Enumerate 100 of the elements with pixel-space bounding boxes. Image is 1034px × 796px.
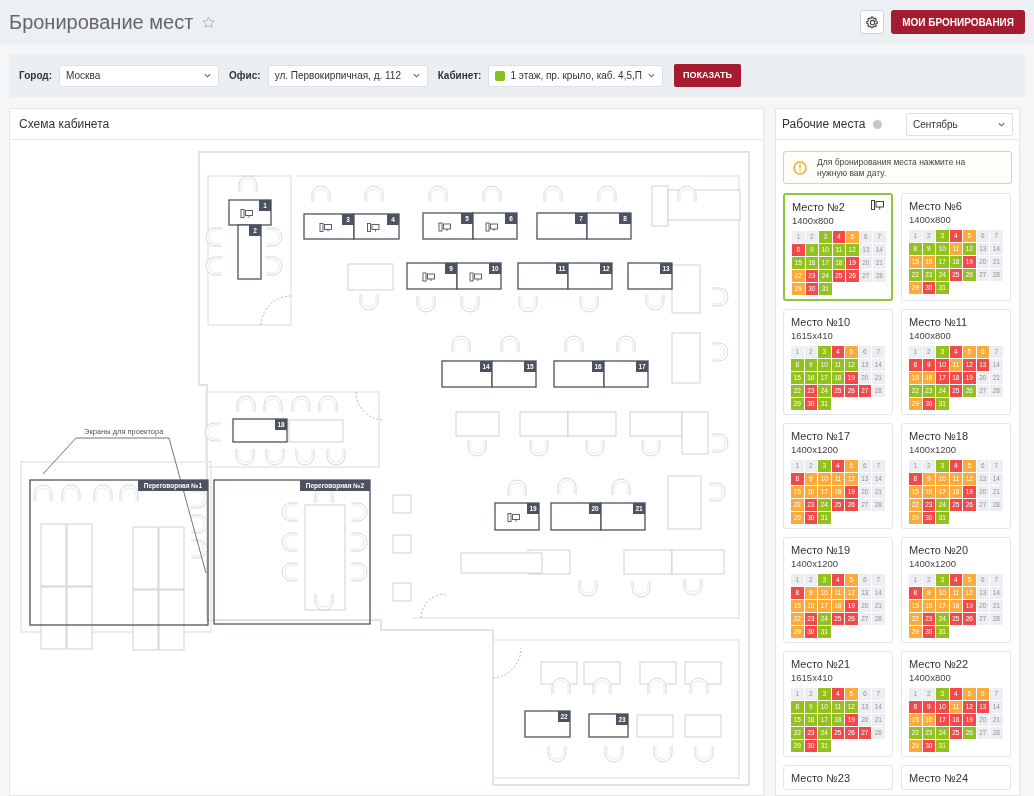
chair: [416, 295, 436, 313]
chair: [265, 448, 285, 466]
monitor-icon: [485, 222, 498, 232]
workplace-size: 1400x800: [909, 671, 952, 684]
workplace-card[interactable]: Место №24: [901, 765, 1011, 790]
monitor-icon: [469, 272, 482, 282]
monitor-icon: [438, 222, 451, 232]
chair: [190, 514, 208, 534]
door-swing: [260, 295, 292, 326]
workplace-size: 1400x800: [792, 214, 835, 227]
chair: [235, 448, 255, 466]
chair: [190, 539, 208, 559]
chair: [694, 745, 714, 763]
show-button[interactable]: ПОКАЗАТЬ: [673, 64, 742, 87]
notice-text: Для бронирования места нажмите на нужную вам дату.: [817, 156, 967, 179]
table: [671, 332, 701, 384]
workplace-title: Место №19: [791, 543, 851, 557]
workplace-title: Место №11: [909, 315, 968, 329]
workplace-size: 1400x1200: [791, 443, 840, 456]
table: [636, 714, 674, 738]
filter-select[interactable]: Москва: [59, 64, 220, 87]
chair: [547, 745, 567, 763]
workplace-title: Место №6: [909, 199, 962, 213]
chair: [295, 448, 315, 466]
workplace-title: Место №24: [909, 771, 969, 785]
table: [623, 549, 673, 575]
page-title: Бронирование мест: [9, 10, 194, 35]
chair: [529, 439, 549, 457]
settings-button[interactable]: [860, 10, 885, 34]
workplace-size: 1400x1200: [791, 557, 840, 570]
monitor-icon: [422, 272, 435, 282]
filter-label: Офис:: [229, 69, 261, 83]
chevron-down-icon: [203, 71, 213, 80]
table: [667, 475, 702, 530]
monitor-icon: [240, 209, 253, 218]
table: [671, 549, 725, 575]
chair: [350, 502, 368, 522]
door-swing: [355, 391, 384, 421]
filter-select[interactable]: ул. Первокирпичная, д. 112: [267, 64, 428, 87]
workplace-title: Место №22: [909, 657, 969, 671]
filter-label: Кабинет:: [437, 69, 482, 83]
chair: [326, 448, 346, 466]
chair: [460, 295, 480, 313]
table: [392, 534, 412, 554]
table: [66, 523, 93, 587]
table: [392, 582, 412, 602]
monitor-icon: [367, 223, 380, 232]
table: [288, 419, 344, 443]
filter-label: Город:: [19, 69, 53, 83]
my-bookings-button[interactable]: МОИ БРОНИРОВАНИЯ: [891, 10, 1025, 34]
meeting-room[interactable]: [213, 479, 371, 625]
month-select[interactable]: Сентябрь: [906, 112, 1013, 136]
workplace-title: Место №10: [791, 315, 851, 329]
workplace-card[interactable]: Место №23: [783, 765, 893, 790]
chair: [579, 295, 599, 313]
chevron-down-icon: [646, 71, 656, 80]
chair: [314, 593, 334, 611]
workplace-title: Место №21: [791, 657, 851, 671]
settings-icon: [865, 15, 879, 29]
meeting-room[interactable]: [29, 479, 209, 626]
workplace-title: Место №17: [791, 429, 851, 443]
chair: [33, 484, 53, 502]
chair: [518, 295, 538, 313]
chair: [265, 256, 283, 276]
panel-title: Рабочие места: [782, 116, 866, 133]
table: [40, 523, 67, 587]
table: [158, 589, 185, 651]
chair: [645, 293, 665, 311]
workplace-title: Место №2: [792, 200, 845, 214]
table: [455, 411, 500, 437]
chair: [711, 342, 729, 362]
table: [684, 714, 722, 738]
chair: [631, 580, 651, 598]
chair: [350, 532, 368, 552]
star-icon[interactable]: [202, 15, 216, 29]
chair: [708, 482, 726, 502]
chair: [281, 502, 299, 522]
workplace-size: 1400x800: [909, 213, 952, 226]
table: [66, 586, 93, 650]
chair: [359, 293, 379, 311]
panel-title: Схема кабинета: [19, 116, 110, 133]
workplace-title: Место №18: [909, 429, 969, 443]
chair: [61, 484, 81, 502]
workplace-title: Место №20: [909, 543, 969, 557]
chair: [350, 562, 368, 582]
table: [132, 526, 159, 590]
table: [158, 526, 185, 590]
door-swing: [420, 593, 446, 619]
table: [40, 586, 67, 650]
table: [132, 589, 159, 651]
door-swing: [492, 647, 522, 679]
chair: [265, 227, 283, 247]
table: [392, 494, 412, 514]
table: [347, 263, 394, 291]
table: [519, 411, 569, 437]
table: [671, 264, 701, 314]
workplace-size: 1400x1200: [909, 557, 958, 570]
monitor-icon: [507, 513, 520, 522]
filter-select[interactable]: 1 этаж, пр. крыло, каб. 4,5,П: [488, 64, 663, 87]
warning-icon: [793, 160, 807, 175]
